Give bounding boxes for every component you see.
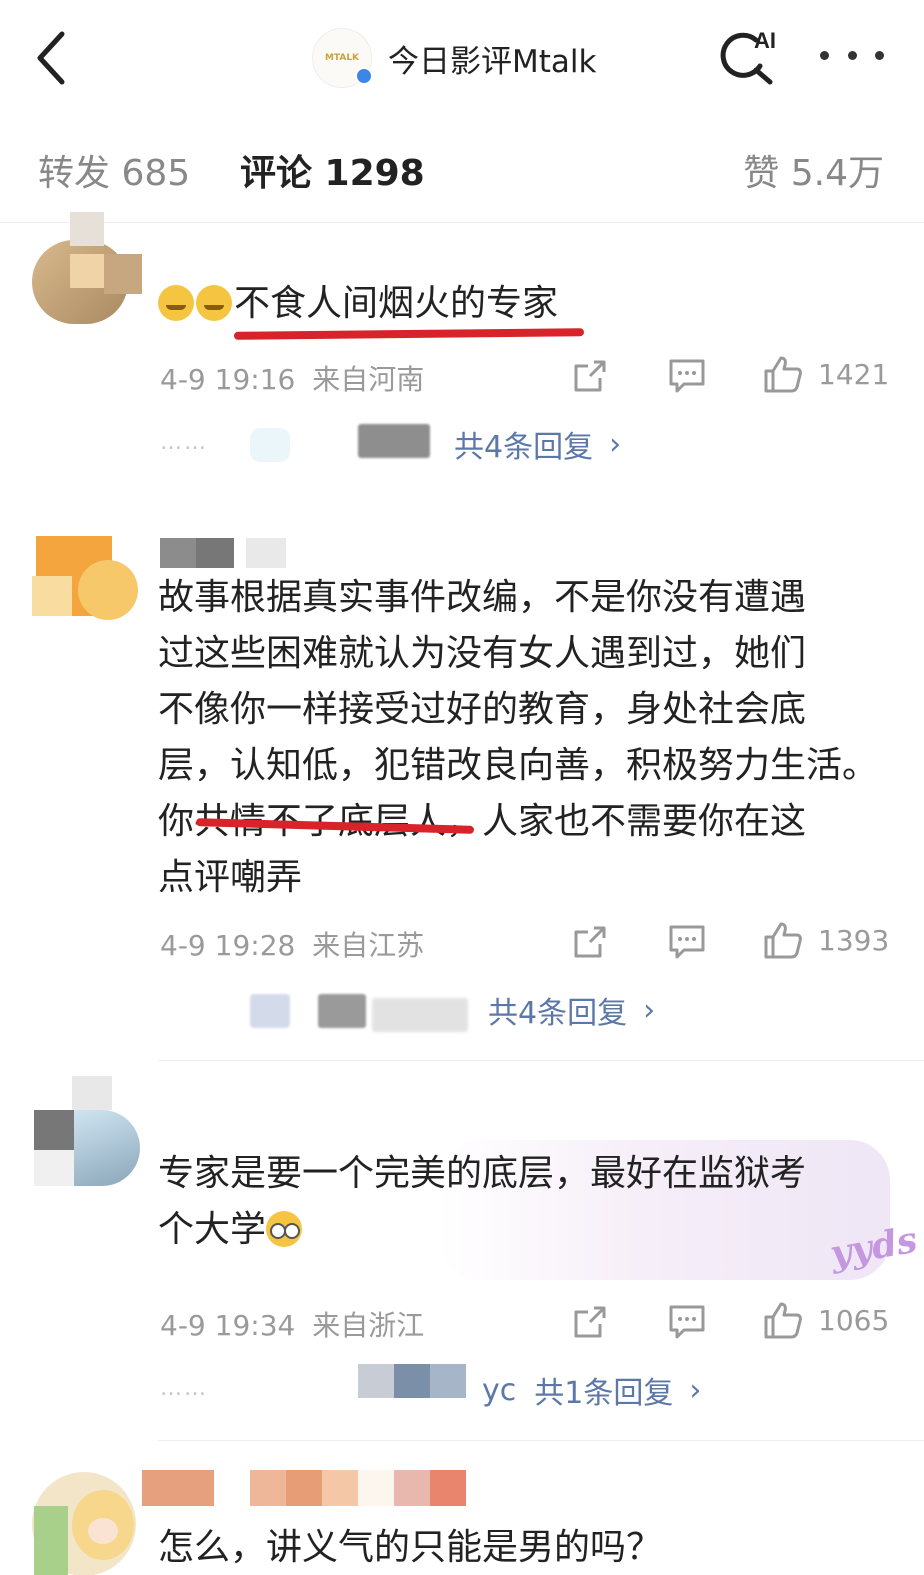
comment-meta: 4-9 19:34 来自浙江 [160,1304,424,1344]
reply-summary-text: 共4条回复 [488,996,628,1031]
top-bar: MTALK 今日影评Mtalk AI [0,0,924,118]
comment-icon[interactable] [668,358,706,394]
avatar[interactable] [32,1076,144,1188]
blurred-reply-author [372,998,468,1032]
share-icon[interactable] [572,924,608,960]
thumbs-up-icon [764,922,802,959]
back-arrow-icon[interactable] [30,28,74,88]
dot [820,50,829,60]
verified-badge-icon [355,67,373,85]
account-name[interactable]: 今日影评Mtalk [388,36,596,81]
like-button[interactable]: 1421 [762,354,889,394]
chevron-right-icon: › [643,992,656,1028]
comment-time: 4-9 19:28 [160,929,296,962]
view-replies-link[interactable]: 共4条回复 › [488,988,655,1032]
blurred-reply-author [358,424,430,458]
like-button[interactable]: 1065 [762,1300,889,1340]
comment-location: 来自河南 [312,363,425,396]
blurred-reply-author [318,994,366,1028]
comment-time: 4-9 19:34 [160,1309,296,1342]
comment-line-text: 个大学 [158,1209,267,1250]
view-replies-link[interactable]: yc 共1条回复 › [482,1368,701,1412]
like-button[interactable]: 1393 [762,920,889,960]
comment-line: 怎么，讲义气的只能是男的吗？ [158,1527,663,1568]
like-count: 1393 [818,923,890,957]
view-replies-link[interactable]: 共4条回复 › [454,422,621,466]
comment-text: 怎么，讲义气的只能是男的吗？ [158,1520,898,1575]
comment-meta: 4-9 19:28 来自江苏 [160,924,424,964]
blurred-username [142,1470,466,1506]
account-avatar[interactable]: MTALK [312,28,373,88]
blurred-reply-author [358,1364,394,1398]
tab-bar: 转发 685 评论 1298 赞 5.4万 [0,130,924,210]
avatar[interactable] [32,212,144,324]
blurred-username [160,538,286,568]
comment-line: 过这些困难就认为没有女人遇到过，她们 [158,633,807,674]
dot [847,50,857,60]
comment-icon[interactable] [668,924,706,960]
comment-line: 层，认知低，犯错改良向善，积极努力生活。 [158,745,879,786]
comment-meta: 4-9 19:16 来自河南 [160,358,424,398]
comment-line: 不像你一样接受过好的教育，身处社会底 [158,689,807,730]
like-count: 1065 [818,1303,890,1337]
grin-emoji-icon [158,285,194,321]
blurred-reply-author [250,428,290,462]
reply-summary-text: 共4条回复 [454,430,594,465]
chevron-right-icon: › [609,426,622,462]
ai-search-icon[interactable]: AI [716,26,788,88]
account-logo: MTALK [324,53,360,63]
reply-dots: …… [160,1376,208,1401]
reply-author-suffix: yc [482,1372,517,1408]
reply-dots: …… [160,430,208,455]
reply-summary-text: 共1条回复 [534,1376,674,1411]
ai-label: AI [754,28,776,53]
more-dots-icon[interactable] [820,40,884,70]
comment-line: 个大学 [158,1202,898,1258]
comment-text: 故事根据真实事件改编，不是你没有遭遇 过这些困难就认为没有女人遇到过，她们 不像… [158,570,898,906]
thumbs-up-icon [764,356,802,393]
comment-text: 专家是要一个完美的底层，最好在监狱考 个大学 [158,1146,898,1258]
avatar[interactable] [32,536,144,648]
share-icon[interactable] [572,358,608,394]
blurred-reply-author [250,994,290,1028]
like-count: 1421 [818,357,890,391]
comment-location: 来自江苏 [312,929,425,962]
comment-icon[interactable] [668,1304,706,1340]
divider [158,1440,924,1441]
chevron-right-icon: › [689,1372,702,1408]
avatar[interactable] [32,1466,144,1575]
comment-line: 点评嘲弄 [158,857,303,898]
divider [158,1060,924,1061]
share-icon[interactable] [572,1304,608,1340]
tab-comments[interactable]: 评论 1298 [240,144,425,196]
glasses-emoji-icon [266,1211,303,1247]
blurred-reply-author [394,1364,430,1398]
blurred-reply-author [430,1364,466,1398]
comment-location: 来自浙江 [312,1309,425,1342]
comment-text: 不食人间烟火的专家 [158,276,898,332]
account-header[interactable]: MTALK 今日影评Mtalk [312,26,596,90]
comment-time: 4-9 19:16 [160,363,296,396]
tab-repost[interactable]: 转发 685 [38,144,190,196]
grin-emoji-icon [196,285,232,321]
thumbs-up-icon [764,1302,802,1339]
tab-likes[interactable]: 赞 5.4万 [743,144,884,196]
comment-body: 不食人间烟火的专家 [234,283,559,324]
dot [875,50,884,60]
comment-line: 专家是要一个完美的底层，最好在监狱考 [158,1153,807,1194]
comment-line: 故事根据真实事件改编，不是你没有遭遇 [158,577,807,618]
